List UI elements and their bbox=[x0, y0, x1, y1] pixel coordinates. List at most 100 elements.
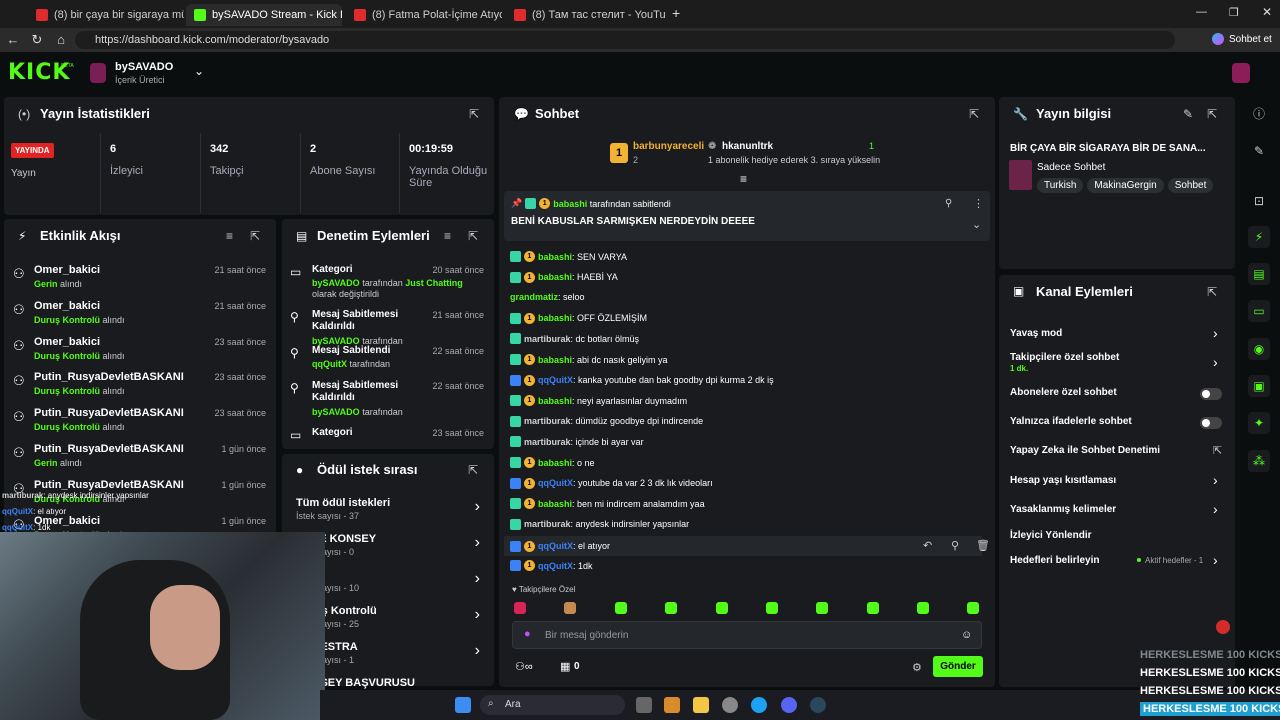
chevron-right-icon[interactable]: › bbox=[475, 606, 480, 624]
top-gifter-name[interactable]: barbunyareceli bbox=[633, 141, 704, 152]
activity-row[interactable]: ⚇ Putin_RusyaDevletBASKANI Duruş Kontrolü … bbox=[10, 406, 270, 440]
edit-icon[interactable]: ✎ bbox=[1183, 107, 1193, 121]
chat-username[interactable]: martiburak bbox=[524, 416, 571, 426]
chat-username[interactable]: babashi bbox=[538, 252, 572, 262]
popout-icon[interactable]: ⇱ bbox=[1207, 285, 1217, 299]
chat-username[interactable]: qqQuitX bbox=[538, 375, 573, 385]
copilot-button[interactable]: Sohbet et bbox=[1212, 33, 1272, 45]
emote-icon[interactable] bbox=[665, 602, 677, 614]
popout-icon[interactable]: ⇱ bbox=[969, 107, 979, 121]
chevron-right-icon[interactable]: › bbox=[475, 570, 480, 588]
new-tab-button[interactable]: + bbox=[672, 5, 680, 21]
edge-icon[interactable] bbox=[751, 697, 767, 713]
minimize-button[interactable]: — bbox=[1196, 6, 1207, 18]
store-icon[interactable] bbox=[664, 697, 680, 713]
home-icon[interactable]: ⌂ bbox=[50, 32, 72, 47]
activity-user[interactable]: Omer_bakici bbox=[34, 264, 100, 276]
back-icon[interactable]: ← bbox=[2, 32, 24, 47]
moderation-user[interactable]: bySAVADO bbox=[312, 407, 360, 417]
mic-icon[interactable]: ● bbox=[524, 628, 531, 640]
popout-icon[interactable]: ⇱ bbox=[1207, 107, 1217, 121]
url-field[interactable]: https://dashboard.kick.com/moderator/bys… bbox=[75, 31, 1175, 49]
browser-tab[interactable]: (8) Там тас стелит - YouTube✕ bbox=[506, 4, 666, 26]
more-icon[interactable]: ⋮ bbox=[973, 197, 984, 210]
tag[interactable]: Sohbet bbox=[1167, 178, 1214, 193]
pin-message-icon[interactable]: ⚲ bbox=[951, 539, 959, 552]
chat-username[interactable]: babashi bbox=[538, 499, 572, 509]
emote-icon[interactable] bbox=[917, 602, 929, 614]
maximize-button[interactable]: ❐ bbox=[1229, 6, 1239, 19]
taskbar-search[interactable] bbox=[480, 695, 625, 715]
emote-icon[interactable] bbox=[967, 602, 979, 614]
gifter-name[interactable]: hkanunltrk bbox=[722, 141, 773, 152]
emote-icon[interactable] bbox=[816, 602, 828, 614]
toggle-switch[interactable] bbox=[1200, 417, 1222, 429]
activity-row[interactable]: ⚇ Omer_bakici Gerin alındı 21 saat önce bbox=[10, 263, 270, 297]
chevron-right-icon[interactable]: › bbox=[475, 642, 480, 660]
task-view-icon[interactable] bbox=[636, 697, 652, 713]
chat-username[interactable]: babashi bbox=[538, 313, 572, 323]
profile-avatar[interactable] bbox=[1232, 63, 1250, 83]
activity-row[interactable]: ⚇ Putin_RusyaDevletBASKANI Duruş Kontrolü … bbox=[10, 370, 270, 404]
reward-item[interactable]: Tüm ödül istekleri İstek sayısı - 37 › bbox=[296, 496, 486, 526]
chevron-right-icon[interactable]: › bbox=[475, 498, 480, 516]
info-icon[interactable]: ⓘ bbox=[1248, 103, 1270, 125]
chat-username[interactable]: qqQuitX bbox=[538, 561, 573, 571]
chevron-right-icon[interactable]: › bbox=[1213, 354, 1218, 370]
browser-tab-active[interactable]: bySAVADO Stream - Kick Dashboard✕ bbox=[186, 4, 342, 26]
activity-user[interactable]: Putin_RusyaDevletBASKANI bbox=[34, 443, 184, 455]
settings-icon[interactable]: ⚙ bbox=[912, 661, 922, 674]
filter-icon[interactable]: ≡ bbox=[444, 229, 451, 243]
emoji-icon[interactable]: ☺ bbox=[961, 629, 972, 641]
channel-action-label[interactable]: Yalnızca ifadelerle sohbet bbox=[1010, 416, 1132, 427]
emote-icon[interactable] bbox=[716, 602, 728, 614]
popout-icon[interactable]: ⇱ bbox=[250, 229, 260, 243]
channel-action-label[interactable]: İzleyici Yönlendir bbox=[1010, 530, 1092, 541]
channel-action-label[interactable]: Yapay Zeka ile Sohbet Denetimi bbox=[1010, 445, 1160, 456]
obs-icon[interactable] bbox=[722, 697, 738, 713]
broadcast-icon[interactable]: ◉ bbox=[1248, 338, 1270, 360]
reload-icon[interactable]: ↻ bbox=[26, 32, 48, 48]
activity-user[interactable]: Omer_bakici bbox=[34, 336, 100, 348]
tag[interactable]: MakinaGergin bbox=[1087, 178, 1164, 193]
activity-user[interactable]: Omer_bakici bbox=[34, 300, 100, 312]
collapse-icon[interactable]: ≡ bbox=[740, 172, 747, 186]
chat-username[interactable]: qqQuitX bbox=[538, 478, 573, 488]
channel-action-label[interactable]: Abonelere özel sohbet bbox=[1010, 387, 1117, 398]
chat-username[interactable]: martiburak bbox=[524, 334, 571, 344]
emote-icon[interactable] bbox=[867, 602, 879, 614]
emote-icon[interactable] bbox=[514, 602, 526, 614]
chevron-right-icon[interactable]: › bbox=[1213, 501, 1218, 517]
chat-icon[interactable]: ▭ bbox=[1248, 300, 1270, 322]
moderation-user[interactable]: bySAVADO bbox=[312, 278, 360, 288]
moderation-user[interactable]: qqQuitX bbox=[312, 359, 347, 369]
chat-username[interactable]: martiburak bbox=[524, 519, 571, 529]
reward-icon[interactable]: ⁂ bbox=[1248, 450, 1270, 472]
activity-row[interactable]: ⚇ Omer_bakici Duruş Kontrolü alındı 21 saat… bbox=[10, 299, 270, 333]
chat-username[interactable]: babashi bbox=[538, 396, 572, 406]
emote-icon[interactable] bbox=[766, 602, 778, 614]
category-name[interactable]: Sadece Sohbet bbox=[1037, 162, 1105, 173]
discord-icon[interactable] bbox=[781, 697, 797, 713]
chat-username[interactable]: babashi bbox=[538, 272, 572, 282]
chat-username[interactable]: qqQuitX bbox=[538, 541, 573, 551]
chat-username[interactable]: babashi bbox=[538, 355, 572, 365]
popout-icon[interactable]: ⇱ bbox=[468, 229, 478, 243]
channel-action-label[interactable]: Hedefleri belirleyin bbox=[1010, 555, 1099, 566]
external-link-icon[interactable]: ⇱ bbox=[1213, 444, 1222, 457]
windows-start-icon[interactable] bbox=[455, 697, 471, 713]
wrench-icon[interactable]: ✦ bbox=[1248, 412, 1270, 434]
folder-icon[interactable] bbox=[693, 697, 709, 713]
steam-icon[interactable] bbox=[810, 697, 826, 713]
store-icon[interactable]: ▦ bbox=[560, 660, 570, 673]
channel-action-label[interactable]: Hesap yaşı kısıtlaması bbox=[1010, 475, 1116, 486]
clipboard-icon[interactable]: ▤ bbox=[1248, 263, 1270, 285]
chevron-down-icon[interactable]: ⌄ bbox=[194, 64, 204, 78]
chevron-down-icon[interactable]: ⌄ bbox=[972, 218, 981, 231]
activity-row[interactable]: ⚇ Putin_RusyaDevletBASKANI Gerin alındı 1 g… bbox=[10, 442, 270, 476]
activity-user[interactable]: Putin_RusyaDevletBASKANI bbox=[34, 371, 184, 383]
filter-icon[interactable]: ≡ bbox=[226, 229, 233, 243]
send-button[interactable]: Gönder bbox=[933, 656, 983, 677]
popout-icon[interactable]: ⇱ bbox=[469, 107, 479, 121]
chat-username[interactable]: grandmatiz bbox=[510, 292, 558, 302]
